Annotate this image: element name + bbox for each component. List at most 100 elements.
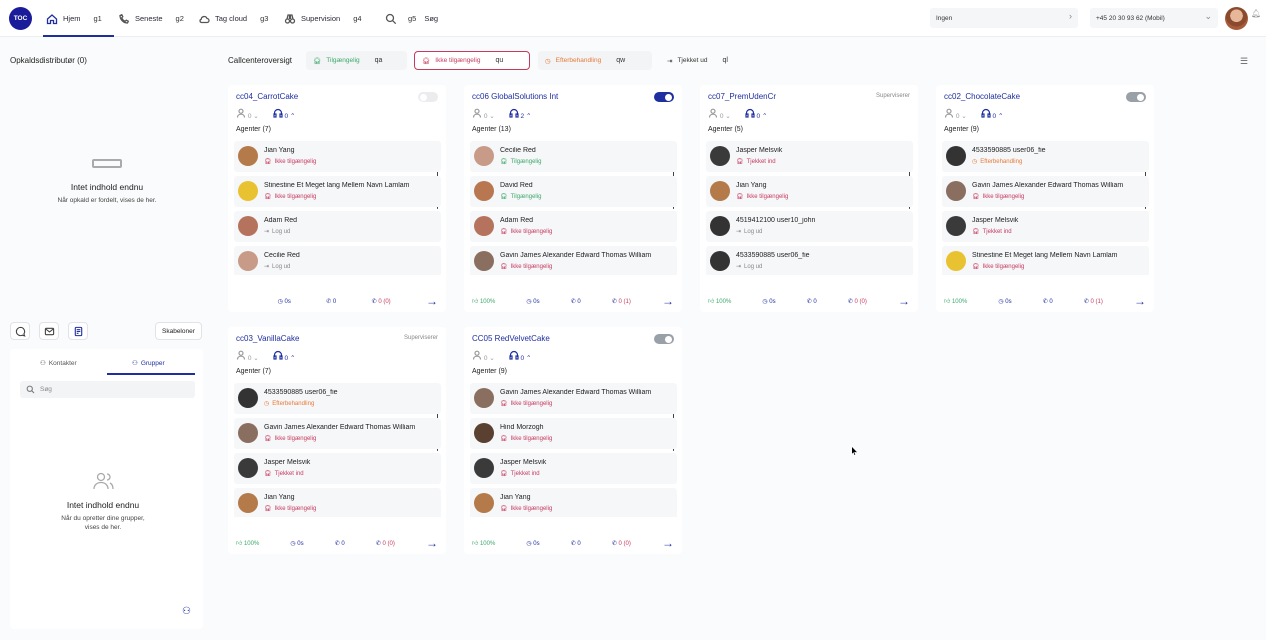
agent-row[interactable]: 4519412100 user10_john ⇥ Log ud (706, 211, 913, 242)
waiting-counter[interactable]: 0 ⌄ (708, 108, 731, 120)
agent-row[interactable]: Gavin James Alexander Edward Thomas Will… (470, 246, 677, 275)
waiting-counter[interactable]: 0 ⌄ (944, 108, 967, 120)
status-unavailable-button[interactable]: 🎧︎ Ikke tilgængelig qu (414, 51, 530, 70)
callcenter-card[interactable]: cc02_ChocolateCake 0 ⌄ 0 ⌃ Agenter (9) 4… (936, 85, 1154, 312)
queue-select[interactable]: Ingen › (930, 8, 1078, 28)
arrow-right-icon[interactable]: → (662, 294, 674, 308)
agent-row[interactable]: 4533590885 user06_fie ◷ Efterbehandling (234, 383, 441, 414)
agent-row[interactable]: Jasper Melsvik 🎧︎ Tjekket ind (470, 453, 677, 484)
callcenter-toggle[interactable] (654, 334, 674, 344)
agent-row[interactable]: Gavin James Alexander Edward Thomas Will… (470, 383, 677, 414)
agent-row[interactable]: Jian Yang 🎧︎ Ikke tilgængelig (234, 141, 441, 172)
agent-status: 🎧︎ Ikke tilgængelig (736, 193, 788, 201)
filter-icon[interactable]: ☰ (1240, 56, 1248, 67)
user-avatar[interactable] (1225, 7, 1248, 30)
tab-contacts[interactable]: ⚇ Kontakter (40, 359, 77, 368)
agent-row[interactable]: Cecilie Red ⇥ Log ud (234, 246, 441, 275)
available-counter[interactable]: 2 ⌃ (509, 108, 531, 120)
email-button[interactable] (39, 322, 59, 340)
agent-row[interactable]: Jian Yang 🎧︎ Ikke tilgængelig (706, 176, 913, 207)
callcenter-card[interactable]: cc03_VanillaCake Superviserer 0 ⌄ 0 ⌃ Ag… (228, 327, 446, 554)
nav-search[interactable]: g5 Søg (385, 0, 438, 37)
agents-list[interactable]: 4533590885 user06_fie ◷ Efterbehandling Gav… (234, 383, 441, 517)
headset-icon: 🎧︎ (313, 57, 322, 65)
callcenter-toggle[interactable] (654, 92, 674, 102)
waiting-counter[interactable]: 0 ⌄ (472, 108, 495, 120)
arrow-right-icon[interactable]: → (426, 294, 438, 308)
answer-rate-stat: 👍︎ 100% (708, 299, 732, 305)
status-icon: 🎧︎ (500, 159, 508, 165)
templates-button[interactable]: Skabeloner (155, 322, 202, 340)
available-counter[interactable]: 0 ⌃ (509, 350, 531, 362)
agent-row[interactable]: Adam Red ⇥ Log ud (234, 211, 441, 242)
status-available-button[interactable]: 🎧︎ Tilgængelig qa (306, 51, 407, 70)
agent-row[interactable]: Jasper Melsvik 🎧︎ Tjekket ind (234, 453, 441, 484)
agent-row[interactable]: Hind Morzogh 🎧︎ Ikke tilgængelig (470, 418, 677, 449)
callcenter-title[interactable]: cc02_ChocolateCake (944, 92, 1020, 101)
agent-row[interactable]: Jian Yang 🎧︎ Ikke tilgængelig (234, 488, 441, 517)
nav-tag-cloud[interactable]: Tag cloud g3 (198, 0, 268, 37)
agents-list[interactable]: Gavin James Alexander Edward Thomas Will… (470, 383, 677, 517)
empty-subtitle: Når opkald er fordelt, vises de her. (57, 197, 157, 204)
agent-name: Stinestine Et Meget lang Mellem Navn Lam… (972, 252, 1118, 259)
agent-row[interactable]: Adam Red 🎧︎ Ikke tilgængelig (470, 211, 677, 242)
callcenter-card[interactable]: cc07_PremUdenCr Superviserer 0 ⌄ 0 ⌃ Age… (700, 85, 918, 312)
arrow-right-icon[interactable]: → (1134, 294, 1146, 308)
callcenter-title[interactable]: cc03_VanillaCake (236, 334, 299, 343)
mouse-cursor (852, 447, 857, 455)
callcenter-title[interactable]: cc04_CarrotCake (236, 92, 298, 101)
status-icon: ⇥ (736, 264, 742, 270)
callcenter-card[interactable]: cc06 GlobalSolutions Int 0 ⌄ 2 ⌃ Agenter… (464, 85, 682, 312)
callcenter-card[interactable]: cc04_CarrotCake 0 ⌄ 0 ⌃ Agenter (7) Jian… (228, 85, 446, 312)
phone-number-select[interactable]: +45 20 30 93 62 (Mobil) ⌄ (1090, 8, 1218, 28)
contacts-search-input[interactable]: Søg (20, 381, 195, 398)
agent-row[interactable]: 4533590885 user06_fie ◷ Efterbehandling (942, 141, 1149, 172)
status-wrapup-button[interactable]: ◷ Efterbehandling qw (538, 51, 652, 70)
nav-supervision[interactable]: Supervision g4 (284, 0, 362, 37)
agents-list[interactable]: Jian Yang 🎧︎ Ikke tilgængelig Stinestine Et… (234, 141, 441, 275)
agent-row[interactable]: Gavin James Alexander Edward Thomas Will… (942, 176, 1149, 207)
agent-row[interactable]: Gavin James Alexander Edward Thomas Will… (234, 418, 441, 449)
available-counter[interactable]: 0 ⌃ (745, 108, 767, 120)
callcenter-title[interactable]: cc07_PremUdenCr (708, 92, 776, 101)
avg-time-stat: ◷ 0s (998, 298, 1012, 305)
status-checked-out-button[interactable]: ⇥ Tjekket ud ql (660, 51, 755, 70)
arrow-right-icon[interactable]: → (898, 294, 910, 308)
chat-button[interactable] (10, 322, 30, 340)
waiting-counter[interactable]: 0 ⌄ (236, 108, 259, 120)
available-counter[interactable]: 0 ⌃ (273, 108, 295, 120)
arrow-right-icon[interactable]: → (662, 536, 674, 550)
binoculars-icon (284, 13, 296, 24)
callcenter-card[interactable]: CC05 RedVelvetCake 0 ⌄ 0 ⌃ Agenter (9) G… (464, 327, 682, 554)
agent-row[interactable]: David Red 🎧︎ Tilgængelig (470, 176, 677, 207)
callcenter-title[interactable]: cc06 GlobalSolutions Int (472, 92, 558, 101)
card-stats: 👍︎ 100% ◷ 0s ✆ 0 ✆ 0 (0) → (708, 294, 910, 308)
waiting-counter[interactable]: 0 ⌄ (472, 350, 495, 362)
nav-recent[interactable]: Seneste g2 (118, 0, 184, 37)
callcenter-title[interactable]: CC05 RedVelvetCake (472, 334, 550, 343)
agents-list[interactable]: Jasper Melsvik 🎧︎ Tjekket ind Jian Yang 🎧︎ Ik… (706, 141, 913, 275)
bell-icon[interactable]: 🔔︎ (1251, 9, 1261, 18)
calls-value: 0 (332, 298, 337, 305)
agent-row[interactable]: Jasper Melsvik 🎧︎ Tjekket ind (942, 211, 1149, 242)
tab-groups[interactable]: ⚇ Grupper (132, 359, 165, 368)
agent-row[interactable]: Stinestine Et Meget lang Mellem Navn Lam… (234, 176, 441, 207)
agent-status-label: Ikke tilgængelig (982, 193, 1025, 200)
agent-row[interactable]: Cecilie Red 🎧︎ Tilgængelig (470, 141, 677, 172)
available-counter[interactable]: 0 ⌃ (981, 108, 1003, 120)
add-group-icon[interactable]: ⚇ (182, 606, 191, 617)
arrow-right-icon[interactable]: → (426, 536, 438, 550)
agent-row[interactable]: Jian Yang 🎧︎ Ikke tilgængelig (470, 488, 677, 517)
agent-row[interactable]: Jasper Melsvik 🎧︎ Tjekket ind (706, 141, 913, 172)
sms-button[interactable] (68, 322, 88, 340)
agents-list[interactable]: Cecilie Red 🎧︎ Tilgængelig David Red 🎧︎ Tilgæ… (470, 141, 677, 275)
available-counter[interactable]: 0 ⌃ (273, 350, 295, 362)
agent-row[interactable]: 4533590885 user06_fie ⇥ Log ud (706, 246, 913, 275)
app-logo[interactable]: TOC (9, 7, 32, 30)
waiting-counter[interactable]: 0 ⌄ (236, 350, 259, 362)
agent-row[interactable]: Stinestine Et Meget lang Mellem Navn Lam… (942, 246, 1149, 275)
nav-home[interactable]: Hjem g1 (46, 0, 102, 37)
callcenter-toggle[interactable] (418, 92, 438, 102)
callcenter-toggle[interactable] (1126, 92, 1146, 102)
agents-list[interactable]: 4533590885 user06_fie ◷ Efterbehandling Gav… (942, 141, 1149, 275)
